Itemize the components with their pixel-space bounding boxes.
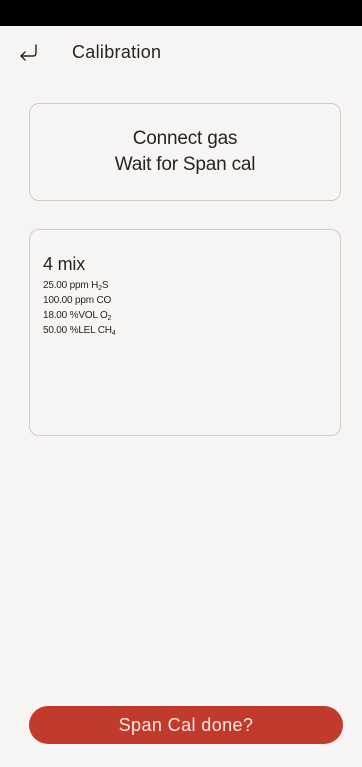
component-value: 25.00 [43, 280, 68, 291]
component-unit: ppm [69, 280, 89, 291]
component-unit: ppm [74, 295, 94, 306]
header: Calibration [0, 26, 362, 78]
status-bar [0, 0, 362, 26]
component-unit: %LEL [69, 325, 96, 336]
gas-component-o2: 18.00 %VOL O2 [43, 308, 340, 323]
component-value: 50.00 [43, 325, 68, 336]
page-title: Calibration [72, 42, 162, 62]
gas-mix-card: 4 mix 25.00 ppm H2S 100.00 ppm CO 18.00 … [29, 229, 341, 436]
component-subscript: 4 [111, 330, 116, 337]
gas-mix-title: 4 mix [43, 254, 86, 274]
component-subscript: 2 [107, 315, 112, 322]
gas-component-h2s: 25.00 ppm H2S [43, 278, 340, 293]
component-unit: %VOL [69, 310, 98, 321]
component-value: 100.00 [43, 295, 73, 306]
instruction-card: Connect gas Wait for Span cal [29, 103, 341, 201]
component-formula: O [99, 310, 108, 321]
back-button[interactable] [14, 40, 44, 66]
component-formula: CO [96, 295, 112, 306]
instruction-connect-gas: Connect gas [132, 128, 238, 149]
gas-component-ch4: 50.00 %LEL CH4 [43, 323, 340, 338]
component-value: 18.00 [43, 310, 68, 321]
gas-component-co: 100.00 ppm CO [43, 293, 340, 308]
component-formula: CH [97, 325, 112, 336]
return-arrow-icon [20, 44, 37, 61]
instruction-wait-span-cal: Wait for Span cal [114, 154, 256, 175]
span-cal-done-button[interactable]: Span Cal done? [29, 706, 343, 744]
component-formula-tail: S [101, 280, 109, 291]
